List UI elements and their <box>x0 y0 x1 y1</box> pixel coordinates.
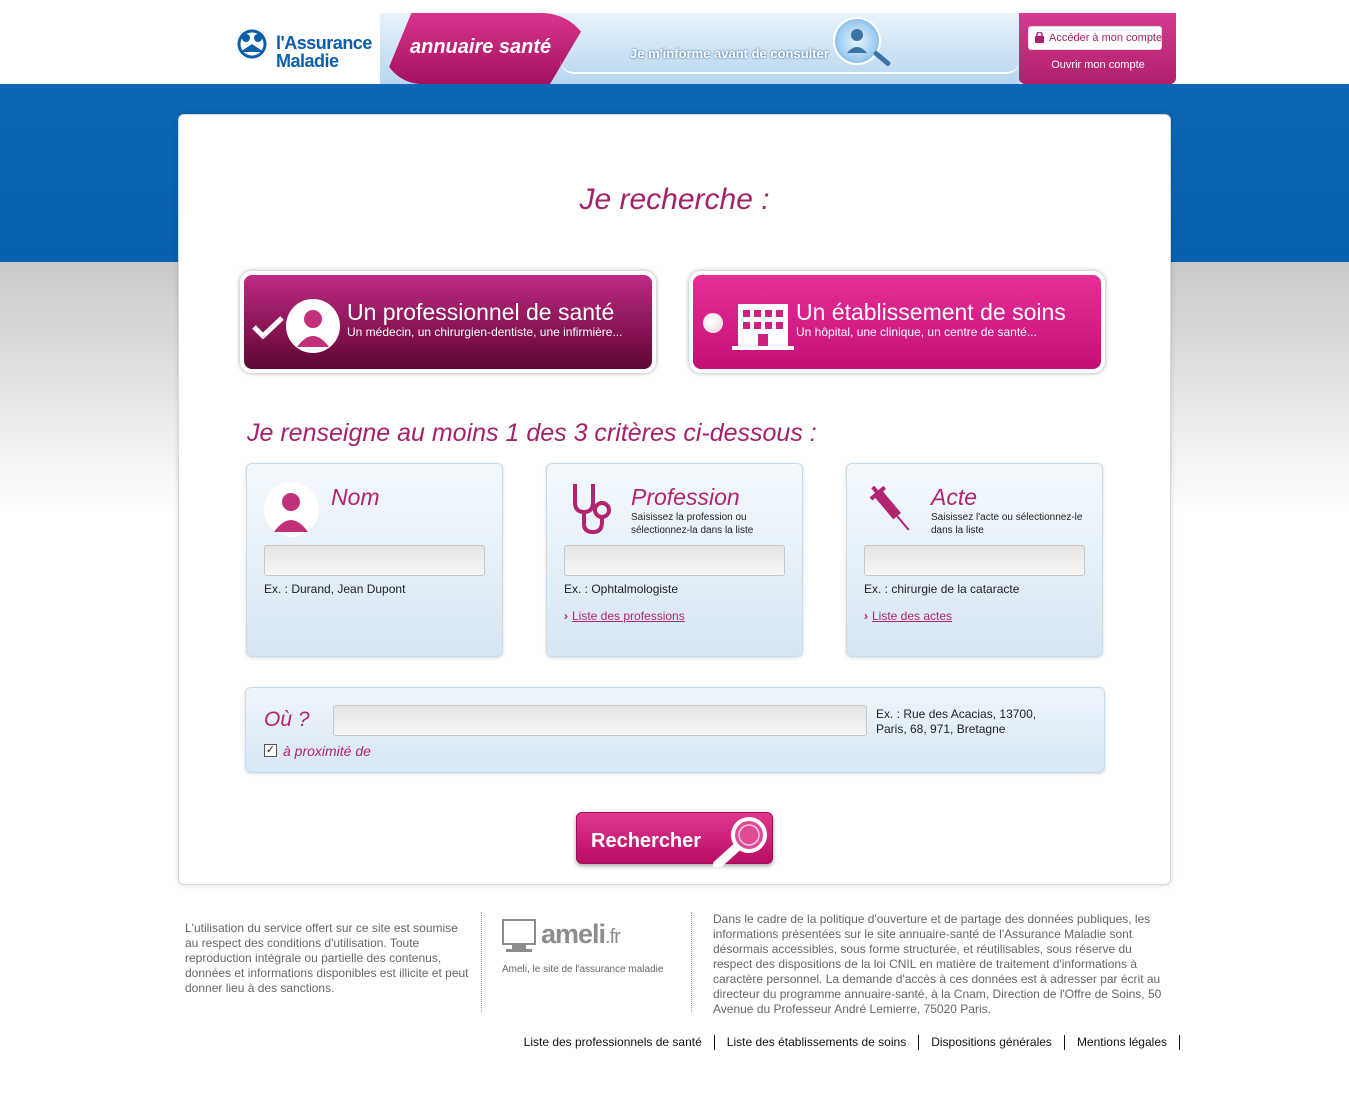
footer-terms: L'utilisation du service offert sur ce s… <box>185 921 469 995</box>
site-header: l'Assurance Maladie annuaire santé Je m'… <box>0 0 1349 84</box>
logo-line2: Maladie <box>276 51 339 71</box>
chevron-right-icon: › <box>864 609 868 623</box>
criterion-name: Nom Ex. : Durand, Jean Dupont <box>246 463 503 657</box>
act-label: Acte <box>931 484 978 510</box>
location-input[interactable] <box>333 705 867 736</box>
tagline-underline <box>560 60 1020 74</box>
person-icon <box>286 299 340 353</box>
assurance-maladie-logo[interactable]: l'Assurance Maladie <box>228 14 378 74</box>
person-icon <box>264 482 319 537</box>
syringe-icon <box>869 485 910 531</box>
act-help: Saisissez l'acte ou sélectionnez-le dans… <box>931 512 1083 536</box>
check-icon <box>252 316 284 339</box>
shield-logo-icon <box>237 29 267 59</box>
professions-list-link[interactable]: › Liste des professions <box>564 609 685 623</box>
chevron-right-icon: › <box>564 609 568 623</box>
proximity-checkbox[interactable]: ✓ <box>264 744 277 757</box>
proximity-label[interactable]: à proximité de <box>283 743 371 759</box>
logo-line1: l'Assurance <box>276 33 372 53</box>
name-example: Ex. : Durand, Jean Dupont <box>264 582 406 596</box>
profession-input[interactable] <box>564 545 785 576</box>
name-input[interactable] <box>264 545 485 576</box>
choice-professional-title: Un professionnel de santé <box>347 299 615 325</box>
footer-link-establishments[interactable]: Liste des établissements de soins <box>715 1035 920 1050</box>
stethoscope-icon <box>573 484 611 535</box>
act-example: Ex. : chirurgie de la cataracte <box>864 582 1020 596</box>
name-label: Nom <box>331 484 380 510</box>
ameli-tagline: Ameli, le site de l'assurance maladie <box>502 964 664 975</box>
open-account-link[interactable]: Ouvrir mon compte <box>1020 59 1176 71</box>
location-example: Ex. : Rue des Acacias, 13700, Paris, 68,… <box>876 707 1037 736</box>
choice-establishment-title: Un établissement de soins <box>796 299 1066 325</box>
footer-divider <box>481 912 482 1012</box>
location-label: Où ? <box>264 708 310 731</box>
profession-example: Ex. : Ophtalmologiste <box>564 582 679 596</box>
building-icon <box>732 304 794 350</box>
search-button-label: Rechercher <box>591 830 702 852</box>
choice-establishment[interactable]: Un établissement de soins Un hôpital, un… <box>689 271 1105 373</box>
access-account-button[interactable]: Accéder à mon compte <box>1028 26 1162 50</box>
footer-links: Liste des professionnels de santé Liste d… <box>460 1035 1180 1050</box>
act-input[interactable] <box>864 545 1085 576</box>
footer-open-data: Dans le cadre de la politique d'ouvertur… <box>713 912 1162 1016</box>
search-button[interactable]: Rechercher <box>576 812 773 867</box>
ameli-logo[interactable]: ameli.fr <box>541 919 621 950</box>
profession-label: Profession <box>631 484 740 510</box>
footer-divider <box>691 912 692 1012</box>
location-box: Où ? Ex. : Rue des Acacias, 13700, Paris… <box>245 687 1105 773</box>
criterion-profession: Profession Saisissez la profession ou sé… <box>546 463 803 657</box>
profession-help: Saisissez la profession ou sélectionnez-… <box>631 512 754 536</box>
acts-list-link[interactable]: › Liste des actes <box>864 609 952 623</box>
radio-button[interactable] <box>703 313 723 333</box>
choice-professional-subtitle: Un médecin, un chirurgien-dentiste, une … <box>347 325 623 339</box>
footer-link-professionals[interactable]: Liste des professionnels de santé <box>512 1035 715 1050</box>
footer-link-legal-notice[interactable]: Mentions légales <box>1065 1035 1180 1050</box>
choice-professional[interactable]: Un professionnel de santé Un médecin, un… <box>240 271 656 373</box>
page-title: Je recherche : <box>579 183 770 216</box>
annuaire-tab-label[interactable]: annuaire santé <box>410 36 551 59</box>
header-tagline: Je m'informe avant de consulter <box>630 46 829 61</box>
doctor-search-icon <box>833 17 881 65</box>
choice-establishment-subtitle: Un hôpital, une clinique, un centre de s… <box>796 325 1037 339</box>
lock-icon <box>1035 32 1044 43</box>
criterion-act: Acte Saisissez l'acte ou sélectionnez-le… <box>846 463 1103 657</box>
footer-link-general-provisions[interactable]: Dispositions générales <box>919 1035 1065 1050</box>
criteria-heading: Je renseigne au moins 1 des 3 critères c… <box>247 419 817 447</box>
magnifier-icon <box>713 817 767 867</box>
